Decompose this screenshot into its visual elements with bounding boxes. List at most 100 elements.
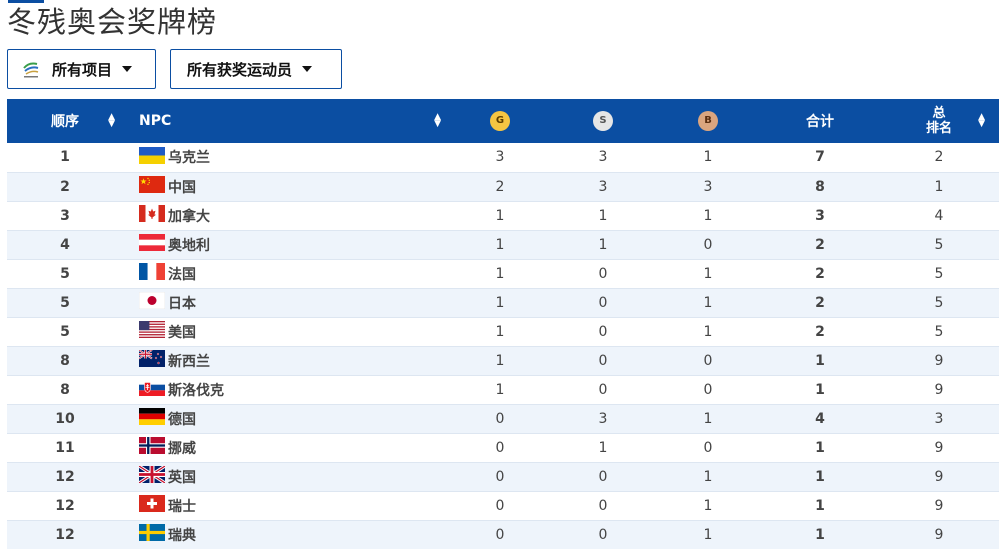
total-rank-cell: 9 [879,346,999,376]
sort-icon[interactable]: ▲ ▼ [978,113,985,129]
table-row[interactable]: 10 德国 0 3 1 4 3 [7,404,999,434]
bronze-count-cell: 1 [655,404,761,434]
npc-cell[interactable]: 德国 [123,404,449,434]
npc-name: 美国 [168,324,196,341]
npc-name: 加拿大 [168,208,210,225]
order-cell: 12 [7,491,123,521]
silver-count-cell: 1 [551,230,655,260]
order-cell: 8 [7,375,123,405]
events-filter-label: 所有项目 [52,60,113,79]
table-row[interactable]: 5 美国 1 0 1 2 5 [7,317,999,347]
table-row[interactable]: 4 奥地利 1 1 0 2 5 [7,230,999,260]
sweden-flag-icon [139,524,168,545]
gold-count-cell: 1 [449,230,551,260]
npc-name: 奥地利 [168,237,210,254]
npc-name: 斯洛伐克 [168,382,224,399]
npc-column-header[interactable]: NPC ▲ ▼ [123,99,449,143]
table-row[interactable]: 8 新西兰 1 0 0 1 9 [7,346,999,376]
order-cell: 12 [7,462,123,492]
order-cell: 4 [7,230,123,260]
athletes-filter-label: 所有获奖运动员 [187,60,293,79]
order-cell: 10 [7,404,123,434]
total-header-label: 合计 [806,114,834,130]
order-cell: 5 [7,288,123,318]
total-rank-cell: 3 [879,404,999,434]
npc-cell[interactable]: 瑞士 [123,491,449,521]
npc-cell[interactable]: 中国 [123,172,449,202]
bronze-count-cell: 1 [655,462,761,492]
gold-column-header[interactable]: G [449,99,551,143]
rank-column-header[interactable]: 总 排名 ▲ ▼ [879,99,999,143]
table-row[interactable]: 12 瑞士 0 0 1 1 9 [7,491,999,521]
silver-count-cell: 3 [551,172,655,202]
npc-name: 法国 [168,266,196,283]
table-row[interactable]: 2 中国 2 3 3 8 1 [7,172,999,202]
athletes-filter-dropdown[interactable]: 所有获奖运动员 [170,49,342,89]
npc-cell[interactable]: 加拿大 [123,201,449,231]
silver-column-header[interactable]: S [551,99,655,143]
bronze-count-cell: 0 [655,433,761,463]
table-row[interactable]: 3 加拿大 1 1 1 3 4 [7,201,999,231]
gold-count-cell: 0 [449,404,551,434]
uk-flag-icon [139,466,168,487]
total-count-cell: 4 [761,404,879,434]
chevron-down-icon [302,66,313,72]
usa-flag-icon [139,321,168,342]
new-zealand-flag-icon [139,350,168,371]
bronze-count-cell: 1 [655,143,761,173]
top-accent-bar [8,0,44,3]
bronze-count-cell: 1 [655,520,761,549]
total-rank-cell: 9 [879,375,999,405]
bronze-count-cell: 3 [655,172,761,202]
npc-cell[interactable]: 乌克兰 [123,143,449,173]
medal-table: 顺序 ▲ ▼ NPC ▲ ▼ G S B 合计 总 排名 ▲ ▼ 1 乌克兰 3… [7,99,999,549]
npc-name: 德国 [168,411,196,428]
total-column-header[interactable]: 合计 [761,99,879,143]
bronze-count-cell: 1 [655,201,761,231]
silver-count-cell: 0 [551,375,655,405]
total-count-cell: 1 [761,462,879,492]
table-header-row: 顺序 ▲ ▼ NPC ▲ ▼ G S B 合计 总 排名 ▲ ▼ [7,99,999,143]
npc-cell[interactable]: 新西兰 [123,346,449,376]
germany-flag-icon [139,408,168,429]
bronze-count-cell: 0 [655,230,761,260]
norway-flag-icon [139,437,168,458]
table-row[interactable]: 5 法国 1 0 1 2 5 [7,259,999,289]
npc-name: 瑞士 [168,498,196,515]
npc-cell[interactable]: 法国 [123,259,449,289]
silver-count-cell: 0 [551,520,655,549]
bronze-column-header[interactable]: B [655,99,761,143]
total-rank-cell: 5 [879,288,999,318]
sort-icon[interactable]: ▲ ▼ [434,113,441,129]
order-column-header[interactable]: 顺序 ▲ ▼ [7,99,123,143]
table-row[interactable]: 8 斯洛伐克 1 0 0 1 9 [7,375,999,405]
silver-count-cell: 0 [551,317,655,347]
npc-cell[interactable]: 英国 [123,462,449,492]
silver-count-cell: 1 [551,201,655,231]
table-row[interactable]: 12 瑞典 0 0 1 1 9 [7,520,999,549]
chevron-down-icon [122,66,133,72]
table-row[interactable]: 1 乌克兰 3 3 1 7 2 [7,143,999,173]
bronze-count-cell: 1 [655,259,761,289]
gold-count-cell: 2 [449,172,551,202]
npc-cell[interactable]: 日本 [123,288,449,318]
table-row[interactable]: 5 日本 1 0 1 2 5 [7,288,999,318]
table-row[interactable]: 11 挪威 0 1 0 1 9 [7,433,999,463]
gold-count-cell: 0 [449,520,551,549]
total-count-cell: 1 [761,491,879,521]
total-rank-cell: 5 [879,317,999,347]
npc-cell[interactable]: 美国 [123,317,449,347]
silver-count-cell: 0 [551,462,655,492]
gold-count-cell: 1 [449,375,551,405]
gold-count-cell: 0 [449,462,551,492]
npc-cell[interactable]: 瑞典 [123,520,449,549]
order-cell: 8 [7,346,123,376]
table-row[interactable]: 12 英国 0 0 1 1 9 [7,462,999,492]
gold-count-cell: 1 [449,288,551,318]
events-filter-dropdown[interactable]: 所有项目 [7,49,156,89]
npc-cell[interactable]: 斯洛伐克 [123,375,449,405]
npc-cell[interactable]: 奥地利 [123,230,449,260]
sort-icon[interactable]: ▲ ▼ [108,113,115,129]
slovakia-flag-icon [139,379,168,400]
npc-cell[interactable]: 挪威 [123,433,449,463]
